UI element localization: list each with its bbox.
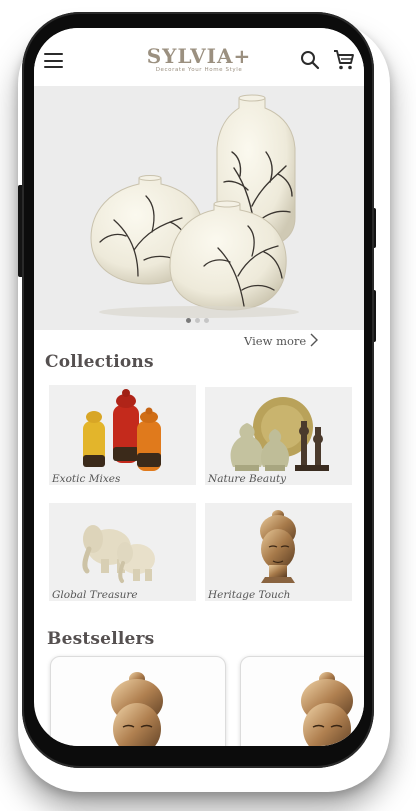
carousel-indicator[interactable] (184, 318, 216, 324)
collection-label: Global Treasure (52, 589, 138, 601)
ginger-jars-image (83, 389, 161, 471)
collections-title: Collections (45, 352, 154, 372)
collection-label: Exotic Mixes (52, 473, 121, 485)
bestsellers-title: Bestsellers (47, 629, 155, 649)
carousel-dot-active[interactable] (186, 318, 191, 323)
bestseller-card[interactable] (240, 656, 364, 746)
carousel-dot[interactable] (204, 318, 209, 323)
vase-product-image (90, 94, 299, 318)
brand-logo[interactable]: SYLVIA+ Decorate Your Home Style (144, 46, 254, 73)
app-header: SYLVIA+ Decorate Your Home Style (34, 28, 364, 86)
brand-tagline: Decorate Your Home Style (155, 67, 243, 73)
brand-name: SYLVIA+ (146, 44, 252, 68)
hamburger-menu-icon[interactable] (44, 53, 63, 69)
buddha-head-image (260, 510, 296, 583)
bestsellers-carousel[interactable] (34, 650, 364, 746)
view-more-link[interactable]: View more (244, 334, 306, 348)
hero-banner[interactable] (34, 86, 364, 330)
collection-card-global-treasure[interactable]: Global Treasure (49, 503, 196, 601)
bestseller-card[interactable] (50, 656, 226, 746)
buddha-head-image (301, 672, 353, 746)
elephant-figurines-image (82, 525, 155, 583)
chevron-right-icon[interactable] (310, 333, 318, 347)
shopping-cart-icon[interactable] (332, 48, 356, 72)
collection-card-heritage-touch[interactable]: Heritage Touch (205, 503, 352, 601)
carousel-dot[interactable] (195, 318, 200, 323)
collection-label: Heritage Touch (208, 589, 291, 601)
search-icon[interactable] (300, 50, 320, 70)
collection-card-nature-beauty[interactable]: Nature Beauty (205, 387, 352, 485)
collection-card-exotic-mixes[interactable]: Exotic Mixes (49, 385, 196, 485)
collection-label: Nature Beauty (208, 473, 287, 485)
metal-decor-image (230, 397, 329, 471)
buddha-head-image (111, 672, 163, 746)
